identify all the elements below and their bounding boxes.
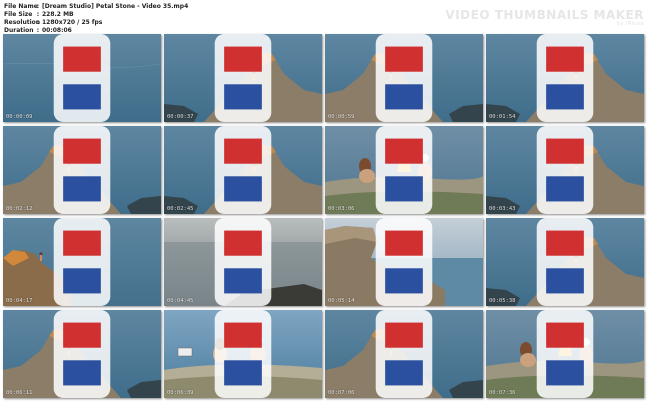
thumbnail-timestamp: 00:05:14 xyxy=(328,298,355,304)
studio-logo-icon xyxy=(375,126,433,214)
studio-logo-icon xyxy=(375,34,433,122)
video-thumbnail[interactable]: 00:00:59 xyxy=(325,34,483,122)
thumbnail-timestamp: 00:00:59 xyxy=(328,114,355,120)
video-thumbnail[interactable]: 00:07:06 xyxy=(325,310,483,398)
thumbnail-timestamp: 00:02:45 xyxy=(167,206,194,212)
thumbnail-timestamp: 00:04:17 xyxy=(6,298,33,304)
video-thumbnail[interactable]: 00:02:12 xyxy=(3,126,161,214)
thumbnail-timestamp: 00:07:06 xyxy=(328,390,355,396)
video-thumbnail[interactable]: 00:00:37 xyxy=(164,34,322,122)
video-thumbnail[interactable]: 00:06:11 xyxy=(3,310,161,398)
video-thumbnail[interactable]: 00:02:45 xyxy=(164,126,322,214)
resolution-label: Resolution xyxy=(4,19,41,26)
file-size-label: File Size xyxy=(4,11,33,18)
studio-logo-icon xyxy=(536,126,594,214)
file-name-value: [Dream Studio] Petal Stone - Video 35.mp… xyxy=(42,3,189,10)
studio-logo-icon xyxy=(214,126,272,214)
video-thumbnail[interactable]: 00:05:14 xyxy=(325,218,483,306)
thumbnail-timestamp: 00:06:39 xyxy=(167,390,194,396)
studio-logo-icon xyxy=(214,34,272,122)
file-info-panel: File Name : [Dream Studio] Petal Stone -… xyxy=(4,3,188,35)
studio-logo-icon xyxy=(53,126,111,214)
video-thumbnail[interactable]: 00:03:06 xyxy=(325,126,483,214)
thumbnail-timestamp: 00:00:09 xyxy=(6,114,33,120)
video-thumbnail[interactable]: 00:01:54 xyxy=(486,34,644,122)
thumbnail-grid: 00:00:09 00:00:37 00:00:59 00:01:54 00:02:12… xyxy=(3,34,644,398)
studio-logo-icon xyxy=(53,310,111,398)
thumbnail-timestamp: 00:01:54 xyxy=(489,114,516,120)
video-thumbnail[interactable]: 00:07:36 xyxy=(486,310,644,398)
separator: : xyxy=(36,19,40,26)
studio-logo-icon xyxy=(53,218,111,306)
video-thumbnail[interactable]: 00:03:43 xyxy=(486,126,644,214)
thumbnail-timestamp: 00:00:37 xyxy=(167,114,194,120)
video-thumbnail[interactable]: 00:06:39 xyxy=(164,310,322,398)
studio-logo-icon xyxy=(53,34,111,122)
video-thumbnail[interactable]: 00:04:17 xyxy=(3,218,161,306)
thumbnail-timestamp: 00:03:43 xyxy=(489,206,516,212)
separator: : xyxy=(36,3,40,10)
thumbnail-timestamp: 00:03:06 xyxy=(328,206,355,212)
studio-logo-icon xyxy=(214,218,272,306)
file-size-value: 228.2 MB xyxy=(42,11,74,18)
video-thumbnail[interactable]: 00:04:45 xyxy=(164,218,322,306)
studio-logo-icon xyxy=(536,310,594,398)
studio-logo-icon xyxy=(375,218,433,306)
resolution-value: 1280x720 / 25 fps xyxy=(42,19,103,26)
studio-logo-icon xyxy=(536,218,594,306)
file-size-row: File Size : 228.2 MB xyxy=(4,11,188,19)
thumbnail-timestamp: 00:02:12 xyxy=(6,206,33,212)
studio-logo-icon xyxy=(375,310,433,398)
video-thumbnail[interactable]: 00:05:38 xyxy=(486,218,644,306)
file-name-label: File Name xyxy=(4,3,38,10)
thumbnail-timestamp: 00:07:36 xyxy=(489,390,516,396)
watermark-brand: VIDEO THUMBNAILS MAKER by iRicoo xyxy=(445,9,644,27)
file-name-row: File Name : [Dream Studio] Petal Stone -… xyxy=(4,3,188,11)
thumbnail-timestamp: 00:06:11 xyxy=(6,390,33,396)
thumbnail-timestamp: 00:05:38 xyxy=(489,298,516,304)
watermark-title: VIDEO THUMBNAILS MAKER xyxy=(445,8,644,22)
video-thumbnail[interactable]: 00:00:09 xyxy=(3,34,161,122)
thumbnail-timestamp: 00:04:45 xyxy=(167,298,194,304)
studio-logo-icon xyxy=(536,34,594,122)
resolution-row: Resolution : 1280x720 / 25 fps xyxy=(4,19,188,27)
studio-logo-icon xyxy=(214,310,272,398)
separator: : xyxy=(36,11,40,18)
